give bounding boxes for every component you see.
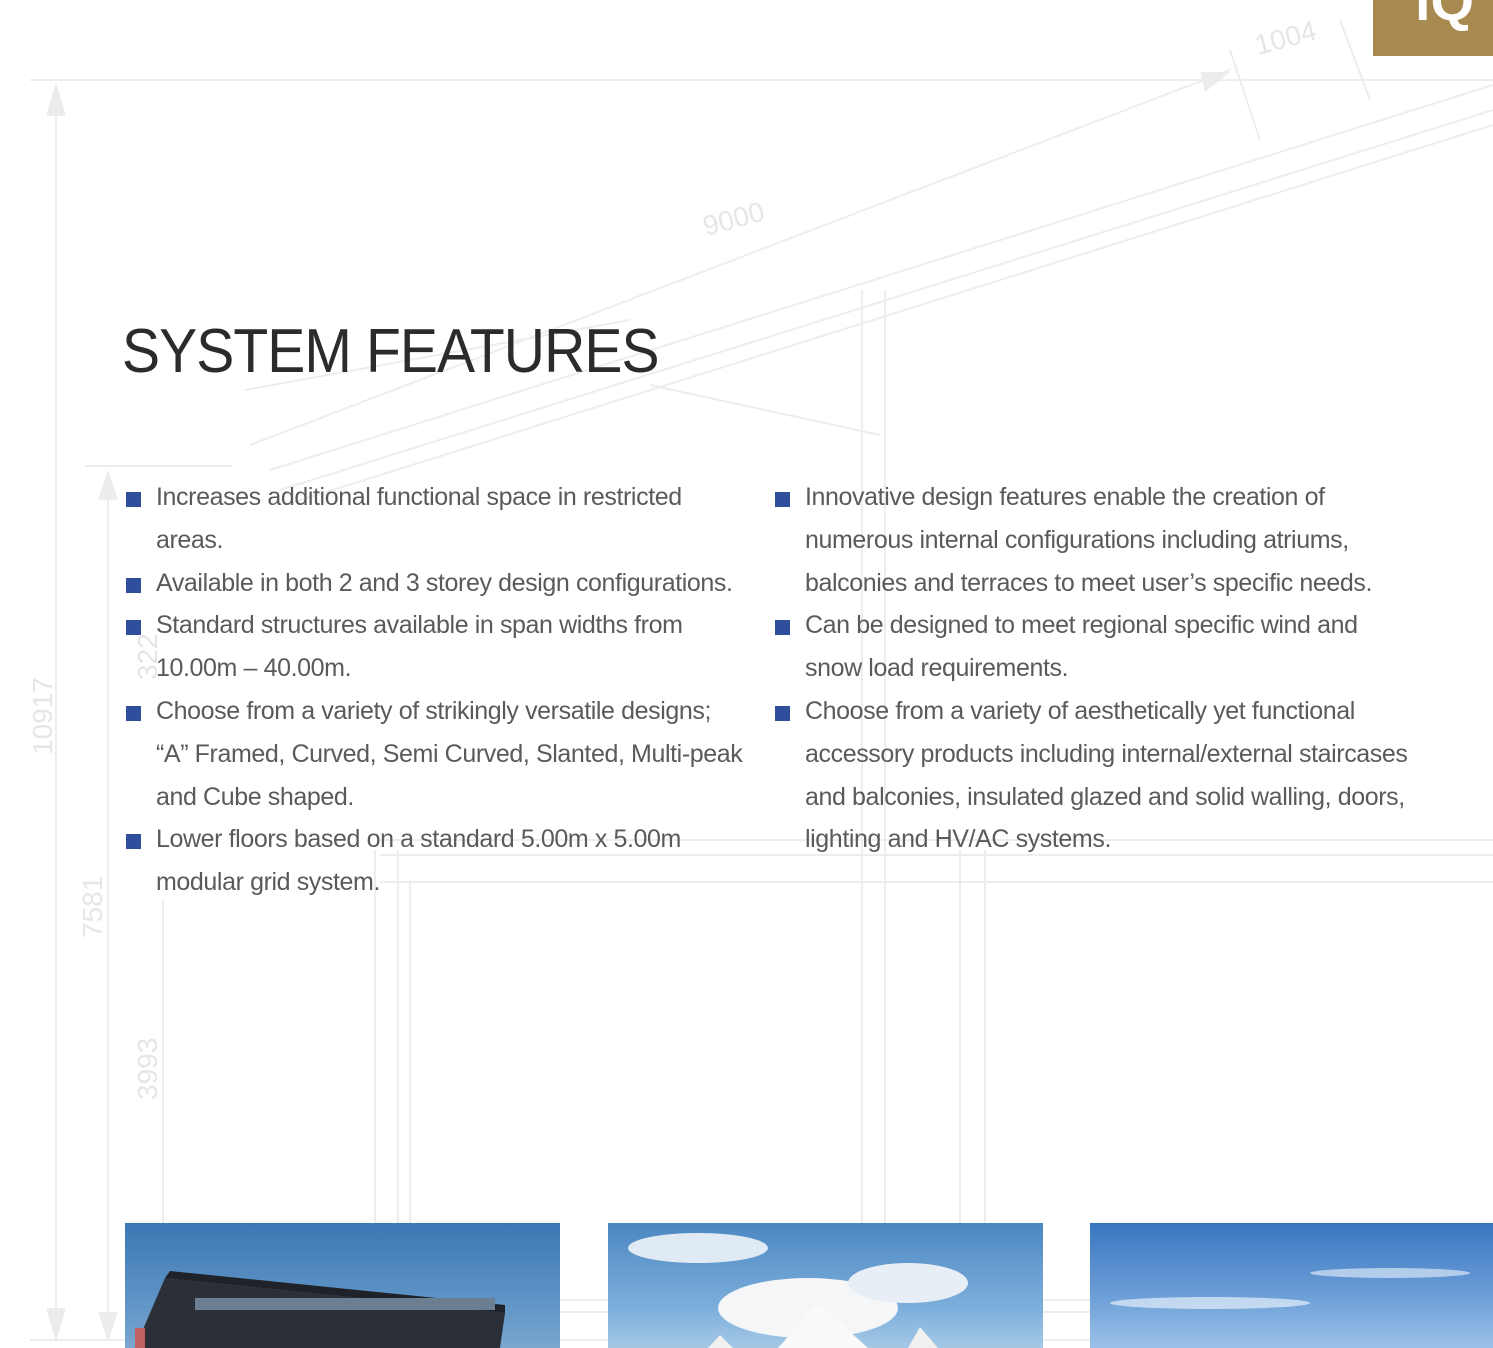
feature-text: Innovative design features enable the cr… — [805, 483, 1373, 597]
features-list-right: Innovative design features enable the cr… — [775, 476, 1415, 861]
dimension-label-9000: 9000 — [700, 196, 768, 242]
sky-photo — [1090, 1223, 1493, 1348]
bullet-square-icon — [126, 577, 141, 593]
page-title: SYSTEM FEATURES — [122, 317, 660, 386]
bullet-square-icon — [126, 620, 141, 636]
corner-logo-tab: iQ — [1373, 0, 1493, 56]
feature-item: Lower floors based on a standard 5.00m x… — [126, 818, 746, 904]
feature-text: Choose from a variety of aesthetically y… — [805, 696, 1408, 854]
multi-peak-tent-photo — [608, 1223, 1043, 1348]
two-storey-structure-photo — [125, 1223, 560, 1348]
bullet-square-icon — [126, 492, 141, 507]
dimension-label-10917: 10917 — [27, 677, 58, 755]
corner-logo-text: iQ — [1415, 0, 1475, 32]
tent-photo-art — [628, 1233, 968, 1348]
feature-text: Can be designed to meet regional specifi… — [805, 611, 1358, 683]
bullet-square-icon — [775, 705, 790, 721]
feature-item: Can be designed to meet regional specifi… — [775, 604, 1415, 690]
bullet-square-icon — [775, 492, 790, 507]
feature-text: Increases additional functional space in… — [156, 483, 682, 554]
dimension-label-3993: 3993 — [132, 1038, 163, 1100]
bullet-square-icon — [126, 834, 141, 850]
sky-photo-art — [1110, 1268, 1470, 1309]
feature-text: Lower floors based on a standard 5.00m x… — [156, 825, 681, 897]
feature-item: Choose from a variety of aesthetically y… — [775, 690, 1415, 861]
feature-text: Standard structures available in span wi… — [156, 611, 683, 683]
features-list-left: Increases additional functional space in… — [126, 476, 746, 904]
structure-photo-art — [135, 1271, 505, 1348]
feature-text: Available in both 2 and 3 storey design … — [156, 568, 733, 597]
feature-item: Increases additional functional space in… — [126, 476, 746, 562]
brochure-page: 1004 9000 10917 7581 3993 322 iQ SYSTEM … — [0, 0, 1493, 1348]
feature-item: Standard structures available in span wi… — [126, 604, 746, 690]
dimension-label-7581: 7581 — [77, 876, 108, 938]
feature-item: Choose from a variety of strikingly vers… — [126, 690, 746, 818]
feature-item: Available in both 2 and 3 storey design … — [126, 562, 746, 605]
feature-item: Innovative design features enable the cr… — [775, 476, 1415, 604]
dimension-label-1004: 1004 — [1252, 15, 1320, 61]
feature-text: Choose from a variety of strikingly vers… — [156, 696, 743, 811]
bullet-square-icon — [126, 705, 141, 721]
bullet-square-icon — [775, 620, 790, 636]
